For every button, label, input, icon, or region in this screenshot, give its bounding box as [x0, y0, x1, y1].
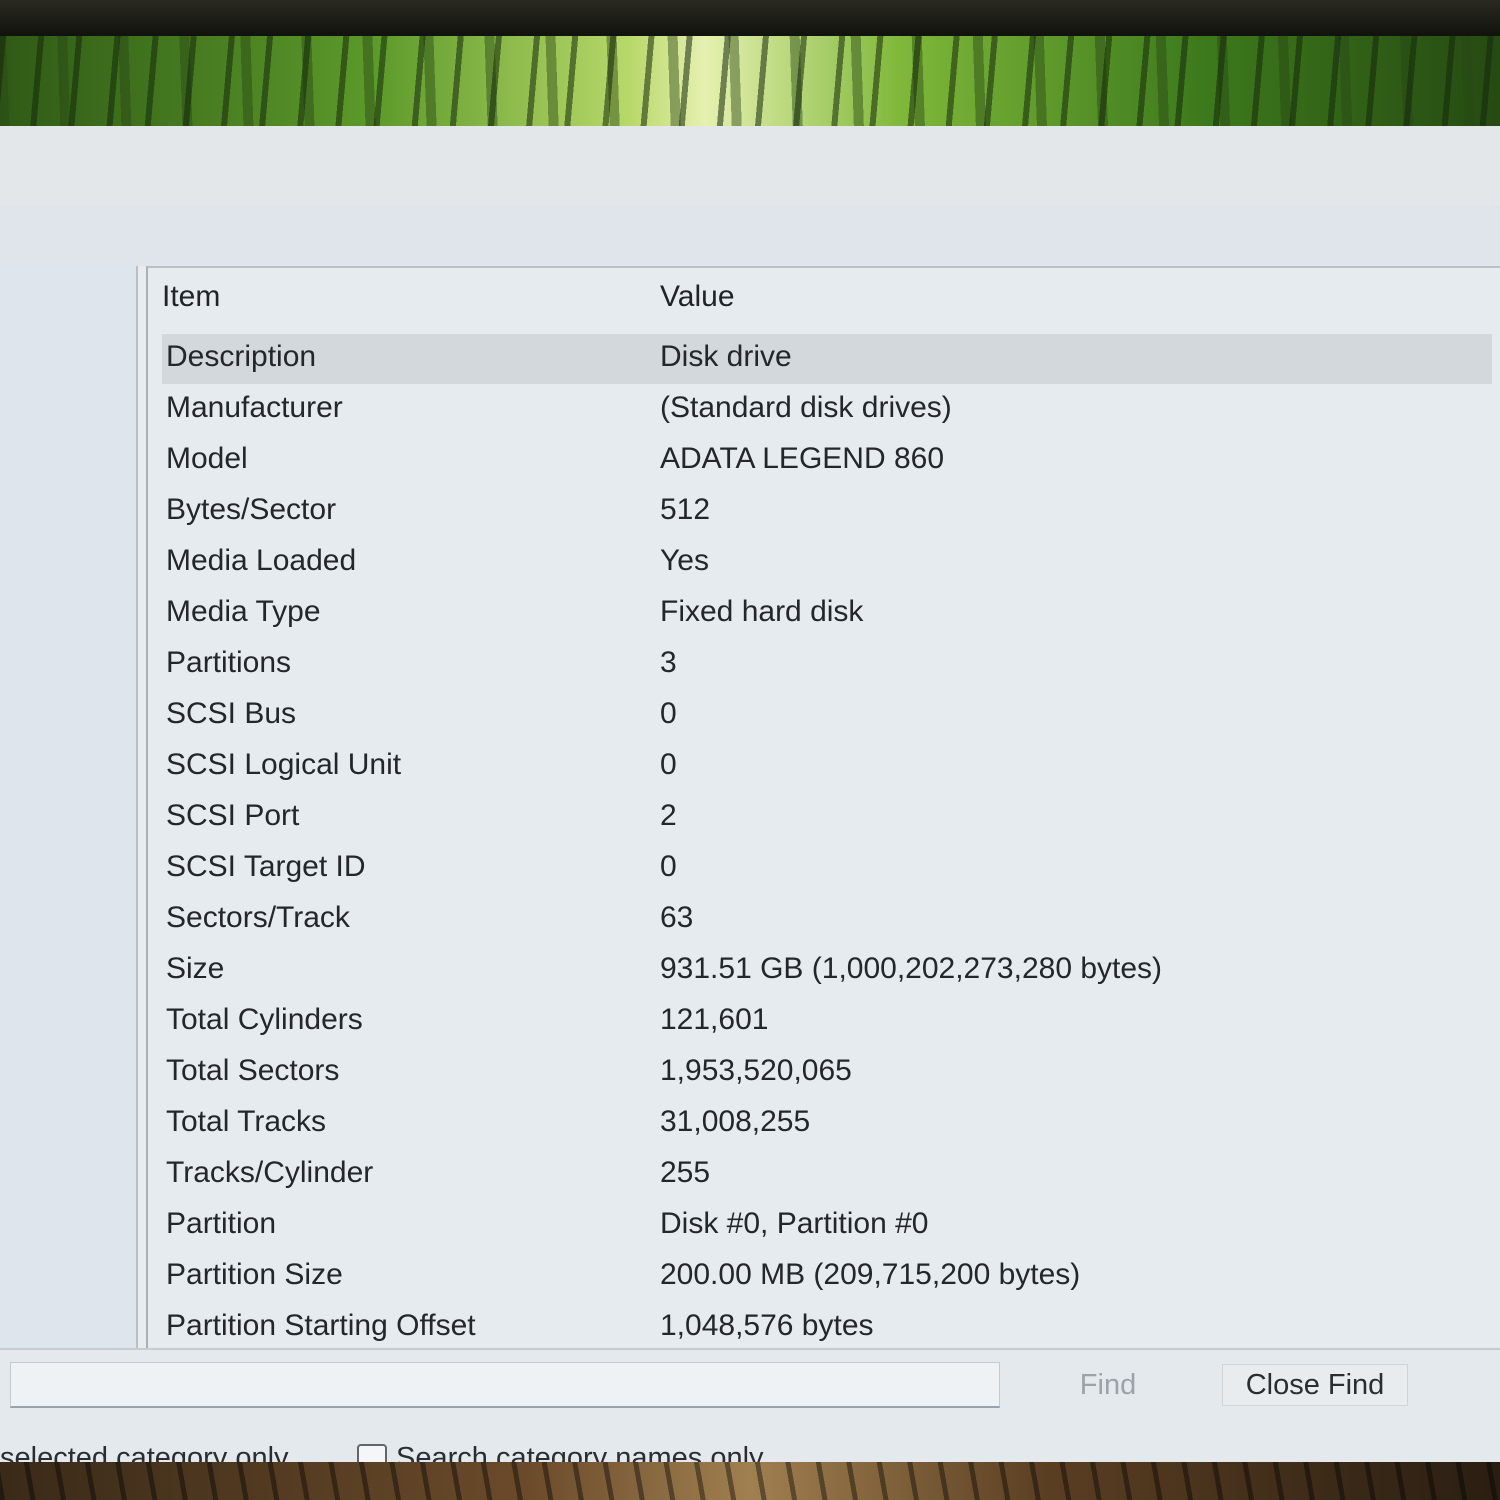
row-item-name: Partition Starting Offset	[166, 1309, 476, 1342]
row-item-value: 1,953,520,065	[660, 1054, 852, 1087]
table-row[interactable]: Partition Disk #0, Partition #0	[162, 1201, 1492, 1251]
table-row[interactable]: Size 931.51 GB (1,000,202,273,280 bytes)	[162, 946, 1492, 996]
table-row[interactable]: Total Cylinders 121,601	[162, 997, 1492, 1047]
table-row[interactable]: Tracks/Cylinder 255	[162, 1150, 1492, 1200]
row-item-value: 0	[660, 748, 677, 781]
window-title-bar	[0, 126, 1500, 206]
desktop-wallpaper-bottom	[0, 1462, 1500, 1500]
row-item-value: 0	[660, 850, 677, 883]
table-row[interactable]: SCSI Logical Unit 0	[162, 742, 1492, 792]
table-row[interactable]: Total Tracks 31,008,255	[162, 1099, 1492, 1149]
row-item-name: SCSI Bus	[166, 697, 297, 730]
row-item-value: Yes	[660, 544, 709, 577]
row-item-name: Description	[166, 340, 317, 373]
row-item-value: ADATA LEGEND 860	[660, 442, 945, 475]
column-header-value[interactable]: Value	[660, 280, 735, 314]
row-item-name: Bytes/Sector	[166, 493, 337, 526]
system-information-window: Item Value Description Disk drive Manufact…	[0, 126, 1500, 1474]
row-item-value: 512	[660, 493, 711, 526]
table-row[interactable]: Partition Size 200.00 MB (209,715,200 byt…	[162, 1252, 1492, 1302]
table-row[interactable]: SCSI Bus 0	[162, 691, 1492, 741]
row-item-value: 3	[660, 646, 677, 679]
table-row[interactable]: Partitions 3	[162, 640, 1492, 690]
row-item-name: SCSI Port	[166, 799, 300, 832]
table-row[interactable]: Media Type Fixed hard disk	[162, 589, 1492, 639]
table-row[interactable]: SCSI Port 2	[162, 793, 1492, 843]
menu-bar	[0, 206, 1500, 266]
table-row[interactable]: Description Disk drive	[162, 334, 1492, 384]
details-list: Item Value Description Disk drive Manufact…	[146, 266, 1500, 1348]
table-row[interactable]: Sectors/Track 63	[162, 895, 1492, 945]
find-bar: Find Close Find selected category only S…	[0, 1348, 1500, 1474]
table-row[interactable]: Bytes/Sector 512	[162, 487, 1492, 537]
table-row[interactable]: Manufacturer (Standard disk drives)	[162, 385, 1492, 435]
row-item-name: Total Tracks	[166, 1105, 327, 1138]
row-item-value: 255	[660, 1156, 711, 1189]
row-item-name: SCSI Logical Unit	[166, 748, 402, 781]
row-item-value: 2	[660, 799, 677, 832]
row-item-name: Partition Size	[166, 1258, 343, 1291]
find-what-input[interactable]	[10, 1362, 1000, 1408]
row-item-value: 200.00 MB (209,715,200 bytes)	[660, 1258, 1081, 1291]
table-row[interactable]: SCSI Target ID 0	[162, 844, 1492, 894]
row-item-name: Partitions	[166, 646, 292, 679]
row-item-name: Media Loaded	[166, 544, 357, 577]
table-row[interactable]: Partition Starting Offset 1,048,576 bytes	[162, 1303, 1492, 1353]
row-item-name: Size	[166, 952, 225, 985]
row-item-name: Total Cylinders	[166, 1003, 363, 1036]
find-button[interactable]: Find	[1008, 1364, 1208, 1406]
row-item-value: 121,601	[660, 1003, 769, 1036]
row-item-name: Partition	[166, 1207, 277, 1240]
table-row[interactable]: Model ADATA LEGEND 860	[162, 436, 1492, 486]
row-item-value: (Standard disk drives)	[660, 391, 952, 424]
row-item-value: 1,048,576 bytes	[660, 1309, 874, 1342]
row-item-value: 0	[660, 697, 677, 730]
row-item-name: SCSI Target ID	[166, 850, 366, 883]
row-item-name: Sectors/Track	[166, 901, 350, 934]
row-item-value: Disk drive	[660, 340, 792, 373]
row-item-name: Manufacturer	[166, 391, 343, 424]
row-item-value: 63	[660, 901, 694, 934]
row-item-value: 931.51 GB (1,000,202,273,280 bytes)	[660, 952, 1163, 985]
close-find-button[interactable]: Close Find	[1222, 1364, 1408, 1406]
row-item-value: 31,008,255	[660, 1105, 811, 1138]
row-item-name: Model	[166, 442, 248, 475]
row-item-name: Media Type	[166, 595, 321, 628]
row-item-name: Total Sectors	[166, 1054, 340, 1087]
row-item-name: Tracks/Cylinder	[166, 1156, 374, 1189]
table-row[interactable]: Total Sectors 1,953,520,065	[162, 1048, 1492, 1098]
column-header-item[interactable]: Item	[162, 280, 220, 314]
table-row[interactable]: Media Loaded Yes	[162, 538, 1492, 588]
category-tree-pane[interactable]	[0, 266, 138, 1348]
row-item-value: Disk #0, Partition #0	[660, 1207, 929, 1240]
row-item-value: Fixed hard disk	[660, 595, 864, 628]
